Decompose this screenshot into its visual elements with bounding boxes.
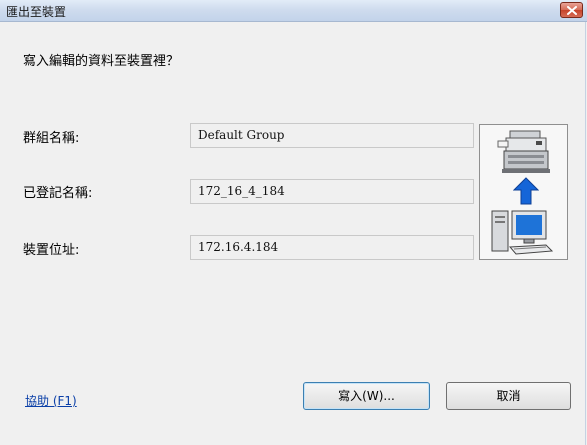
upload-arrow-icon xyxy=(513,177,539,205)
group-name-field: Default Group xyxy=(190,123,474,148)
close-button[interactable] xyxy=(560,2,583,18)
computer-icon xyxy=(491,210,554,255)
cancel-button[interactable]: 取消 xyxy=(446,382,571,410)
write-button[interactable]: 寫入(W)... xyxy=(303,382,430,410)
registered-name-field: 172_16_4_184 xyxy=(190,179,474,204)
window-title: 匯出至裝置 xyxy=(6,5,67,19)
registered-name-label: 已登記名稱: xyxy=(23,186,93,201)
help-link[interactable]: 協助 (F1) xyxy=(25,392,77,409)
device-address-label: 裝置位址: xyxy=(23,243,80,258)
question-text: 寫入編輯的資料至裝置裡？ xyxy=(23,54,180,69)
group-name-label: 群組名稱: xyxy=(23,131,80,146)
title-bar: 匯出至裝置 xyxy=(0,0,587,22)
printer-icon xyxy=(497,130,550,173)
device-address-field: 172.16.4.184 xyxy=(190,235,474,260)
close-icon xyxy=(567,6,577,15)
export-illustration xyxy=(479,124,568,260)
